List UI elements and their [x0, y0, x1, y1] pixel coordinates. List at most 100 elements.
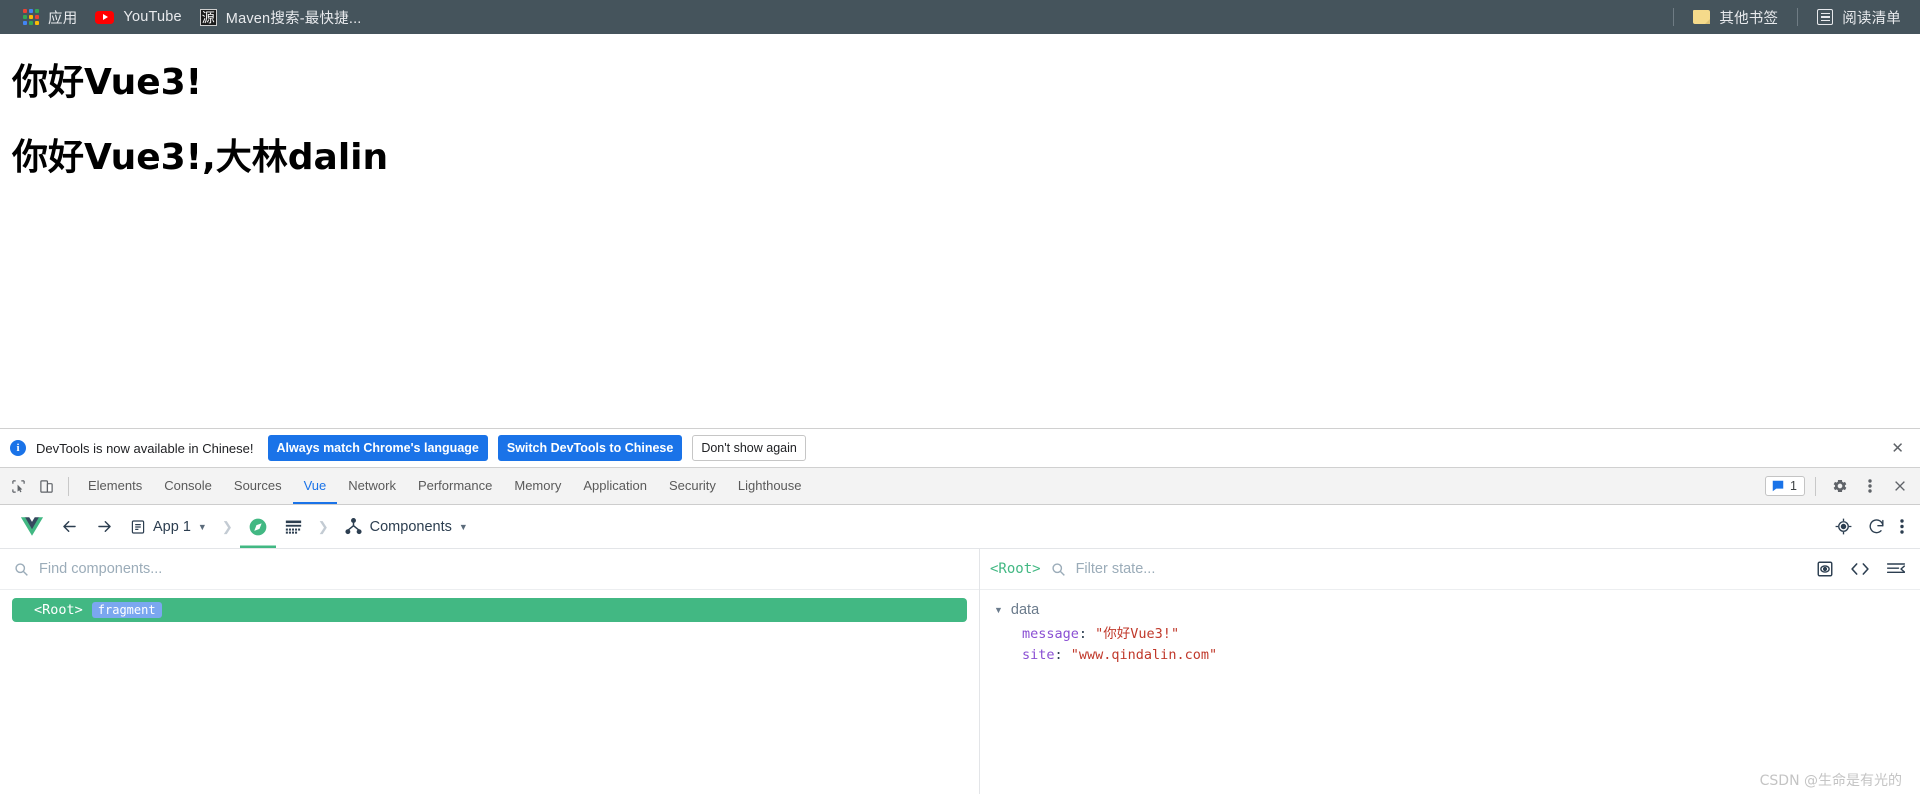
tab-console[interactable]: Console	[153, 468, 223, 504]
forward-arrow-icon[interactable]	[87, 505, 122, 548]
find-components-row	[0, 549, 979, 590]
open-in-editor-icon[interactable]	[1850, 561, 1870, 577]
page-heading-1: 你好Vue3!	[12, 62, 203, 103]
compass-icon	[249, 518, 267, 535]
tab-security[interactable]: Security	[658, 468, 727, 504]
divider	[1815, 476, 1816, 496]
folder-icon	[1693, 10, 1711, 24]
chevron-down-icon: ▼	[458, 521, 468, 532]
tab-sources[interactable]: Sources	[223, 468, 293, 504]
devtools-tab-bar: Elements Console Sources Vue Network Per…	[0, 468, 1920, 505]
bookmark-maven[interactable]: 源 Maven搜索-最快捷...	[191, 4, 371, 31]
filter-state-input[interactable]	[1075, 561, 1806, 577]
select-target-icon[interactable]	[1834, 517, 1853, 536]
state-entry-key: message	[1022, 626, 1079, 642]
devtools-tab-bar-actions: 1	[1765, 472, 1914, 500]
page-heading-2: 你好Vue3!,大林dalin	[12, 137, 389, 178]
bookmark-youtube-label: YouTube	[123, 9, 182, 25]
fragment-badge: fragment	[91, 602, 162, 618]
tab-lighthouse[interactable]: Lighthouse	[727, 468, 813, 504]
tab-performance[interactable]: Performance	[407, 468, 503, 504]
state-group-data[interactable]: ▼ data	[994, 602, 1920, 618]
app-selector[interactable]: App 1 ▼	[122, 505, 215, 548]
bookmark-apps[interactable]: 应用	[14, 4, 86, 31]
reading-list-icon	[1817, 9, 1834, 25]
collapse-all-icon[interactable]	[1886, 561, 1906, 577]
close-icon[interactable]: ✕	[1885, 439, 1910, 457]
vue-devtools-panes: <Root> fragment <Root>	[0, 549, 1920, 794]
inspector-compass-button[interactable]	[240, 505, 276, 548]
chevron-down-icon: ▼	[197, 521, 207, 532]
state-pane: <Root> Filter state... ▼ data message: "…	[980, 549, 1920, 794]
triangle-down-icon: ▼	[994, 605, 1003, 615]
state-header-actions	[1816, 560, 1906, 578]
dont-show-again-button[interactable]: Don't show again	[692, 435, 806, 461]
bookmarks-bar-right: 其他书签 阅读清单	[1663, 4, 1910, 31]
divider	[1797, 8, 1799, 26]
reading-list-button[interactable]: 阅读清单	[1808, 4, 1910, 31]
selected-component-tag: <Root>	[990, 561, 1041, 577]
message-icon	[1772, 480, 1784, 492]
back-arrow-icon[interactable]	[52, 505, 87, 548]
state-entry-value: "www.qindalin.com"	[1070, 647, 1218, 663]
view-selector[interactable]: Components ▼	[336, 505, 476, 548]
bookmark-apps-label: 应用	[48, 10, 78, 27]
close-devtools-icon[interactable]	[1886, 472, 1914, 500]
app-instance-icon	[131, 519, 145, 534]
maven-icon: 源	[199, 8, 217, 26]
more-options-icon[interactable]	[1900, 518, 1904, 535]
state-group-label: data	[1010, 602, 1040, 618]
inspect-element-icon[interactable]	[4, 472, 32, 500]
chevron-right-icon: ❯	[317, 518, 329, 534]
settings-gear-icon[interactable]	[1826, 472, 1854, 500]
inspect-component-icon[interactable]	[1816, 560, 1834, 578]
state-entry-site[interactable]: site: "www.qindalin.com"	[994, 645, 1920, 666]
search-input[interactable]	[39, 561, 965, 577]
infobar-message: DevTools is now available in Chinese!	[36, 440, 254, 456]
other-bookmarks-button[interactable]: 其他书签	[1684, 4, 1787, 31]
tab-elements[interactable]: Elements	[77, 468, 153, 504]
divider	[68, 476, 69, 496]
app-label: App 1	[153, 518, 191, 535]
page-viewport: 你好Vue3! 你好Vue3!,大林dalin	[0, 34, 1920, 428]
refresh-icon[interactable]	[1867, 517, 1886, 536]
tab-vue[interactable]: Vue	[293, 468, 338, 504]
message-count: 1	[1790, 479, 1797, 493]
bookmark-youtube[interactable]: YouTube	[86, 6, 190, 28]
tree-node-root[interactable]: <Root> fragment	[12, 598, 967, 622]
info-icon: i	[10, 440, 26, 456]
more-options-icon[interactable]	[1856, 472, 1884, 500]
vue-logo-icon	[12, 505, 52, 548]
browser-window: 应用 YouTube 源 Maven搜索-最快捷... 其他书签 阅读清单 你好…	[0, 0, 1920, 800]
components-pane: <Root> fragment	[0, 549, 980, 794]
divider	[1673, 8, 1675, 26]
devtools-language-infobar: i DevTools is now available in Chinese! …	[0, 428, 1920, 468]
tab-network[interactable]: Network	[337, 468, 407, 504]
state-header: <Root>	[980, 549, 1920, 590]
component-tree-icon	[345, 517, 362, 535]
tab-application[interactable]: Application	[572, 468, 658, 504]
view-label: Components	[369, 518, 452, 535]
chevron-right-icon: ❯	[221, 518, 233, 534]
component-tree: <Root> fragment	[0, 590, 979, 622]
state-tree: ▼ data message: "你好Vue3!" site: "www.qin…	[980, 590, 1920, 666]
message-count-badge[interactable]: 1	[1765, 476, 1805, 496]
state-entry-value: "你好Vue3!"	[1095, 626, 1180, 642]
tab-memory[interactable]: Memory	[503, 468, 572, 504]
device-toolbar-icon[interactable]	[32, 472, 60, 500]
timeline-button[interactable]	[276, 505, 311, 548]
vue-toolbar-actions	[1834, 517, 1910, 536]
csdn-watermark: CSDN @生命是有光的	[1759, 773, 1902, 789]
search-icon	[1051, 562, 1065, 576]
always-match-language-button[interactable]: Always match Chrome's language	[267, 435, 488, 461]
state-entry-message[interactable]: message: "你好Vue3!"	[994, 624, 1920, 645]
state-entry-key: site	[1022, 647, 1055, 663]
reading-list-label: 阅读清单	[1842, 10, 1901, 27]
youtube-icon	[95, 10, 115, 24]
search-icon	[15, 562, 28, 576]
timeline-grid-icon	[285, 520, 301, 534]
vue-devtools-toolbar: App 1 ▼ ❯ ❯ Components ▼	[0, 505, 1920, 549]
other-bookmarks-label: 其他书签	[1719, 10, 1779, 27]
switch-devtools-language-button[interactable]: Switch DevTools to Chinese	[497, 435, 683, 461]
tree-node-tag: <Root>	[34, 602, 83, 618]
